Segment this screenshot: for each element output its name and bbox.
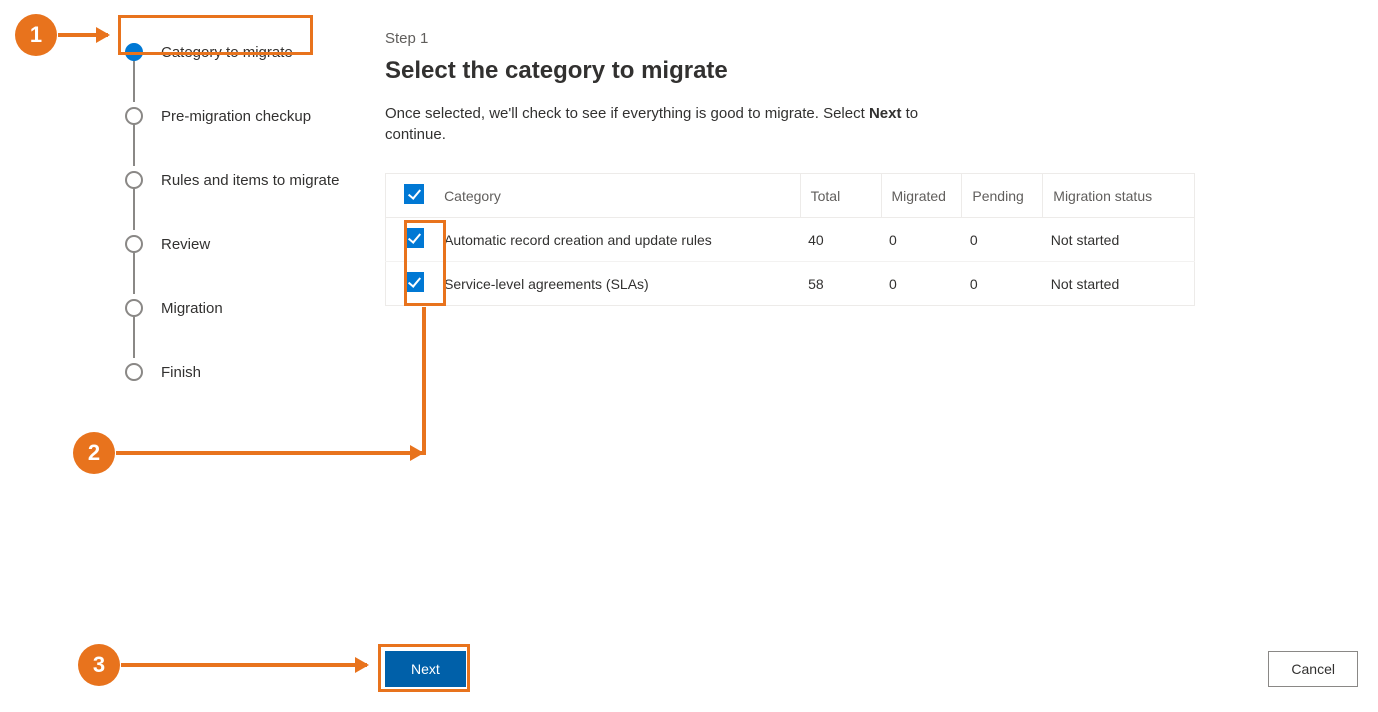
checkbox-checked-icon[interactable] [404,228,424,248]
row-pending: 0 [962,262,1043,306]
step-description: Once selected, we'll check to see if eve… [385,103,945,145]
wizard-marker-icon [125,235,143,253]
annotation-marker-2: 2 [73,432,115,474]
wizard-connector-icon [133,60,135,102]
wizard-marker-icon [125,299,143,317]
wizard-marker-icon [125,107,143,125]
wizard-connector-icon [133,252,135,294]
header-pending[interactable]: Pending [962,174,1043,218]
wizard-step-label: Pre-migration checkup [161,108,311,125]
checkbox-checked-icon[interactable] [404,272,424,292]
annotation-arrow-icon [116,451,422,455]
row-checkbox-cell[interactable] [386,218,437,262]
desc-text-bold: Next [869,105,902,122]
annotation-line-icon [422,307,426,455]
wizard-step-label: Finish [161,364,201,381]
header-category[interactable]: Category [436,174,800,218]
header-total[interactable]: Total [800,174,881,218]
wizard-step-label: Migration [161,300,223,317]
wizard-footer: Next Cancel [385,651,1358,687]
row-status: Not started [1043,218,1195,262]
wizard-step-category[interactable]: Category to migrate [125,20,355,84]
row-checkbox-cell[interactable] [386,262,437,306]
checkbox-checked-icon[interactable] [404,184,424,204]
annotation-marker-3: 3 [78,644,120,686]
table-row[interactable]: Automatic record creation and update rul… [386,218,1195,262]
row-category: Service-level agreements (SLAs) [436,262,800,306]
header-status[interactable]: Migration status [1043,174,1195,218]
wizard-step-finish[interactable]: Finish [125,340,355,404]
step-number: Step 1 [385,30,1338,47]
annotation-arrow-icon [121,663,367,667]
annotation-arrow-icon [58,33,108,37]
row-total: 58 [800,262,881,306]
cancel-button[interactable]: Cancel [1268,651,1358,687]
page-title: Select the category to migrate [385,57,1338,85]
wizard-step-rules[interactable]: Rules and items to migrate [125,148,355,212]
table-header-row: Category Total Migrated Pending Migratio… [386,174,1195,218]
row-migrated: 0 [881,218,962,262]
wizard-step-label: Review [161,236,210,253]
row-total: 40 [800,218,881,262]
wizard-connector-icon [133,316,135,358]
row-migrated: 0 [881,262,962,306]
row-status: Not started [1043,262,1195,306]
annotation-marker-1: 1 [15,14,57,56]
wizard-sidebar: Category to migrate Pre-migration checku… [125,20,355,404]
wizard-marker-icon [125,363,143,381]
wizard-connector-icon [133,124,135,166]
wizard-connector-icon [133,188,135,230]
wizard-step-pre-migration[interactable]: Pre-migration checkup [125,84,355,148]
next-button[interactable]: Next [385,651,466,687]
wizard-marker-active-icon [125,43,143,61]
table-row[interactable]: Service-level agreements (SLAs) 58 0 0 N… [386,262,1195,306]
row-category: Automatic record creation and update rul… [436,218,800,262]
wizard-step-review[interactable]: Review [125,212,355,276]
desc-text-pre: Once selected, we'll check to see if eve… [385,105,869,122]
category-table: Category Total Migrated Pending Migratio… [385,173,1195,306]
row-pending: 0 [962,218,1043,262]
wizard-step-migration[interactable]: Migration [125,276,355,340]
main-content: Step 1 Select the category to migrate On… [385,30,1338,306]
header-checkbox[interactable] [386,174,437,218]
wizard-marker-icon [125,171,143,189]
wizard-step-label: Rules and items to migrate [161,172,339,189]
wizard-step-label: Category to migrate [161,44,293,61]
header-migrated[interactable]: Migrated [881,174,962,218]
